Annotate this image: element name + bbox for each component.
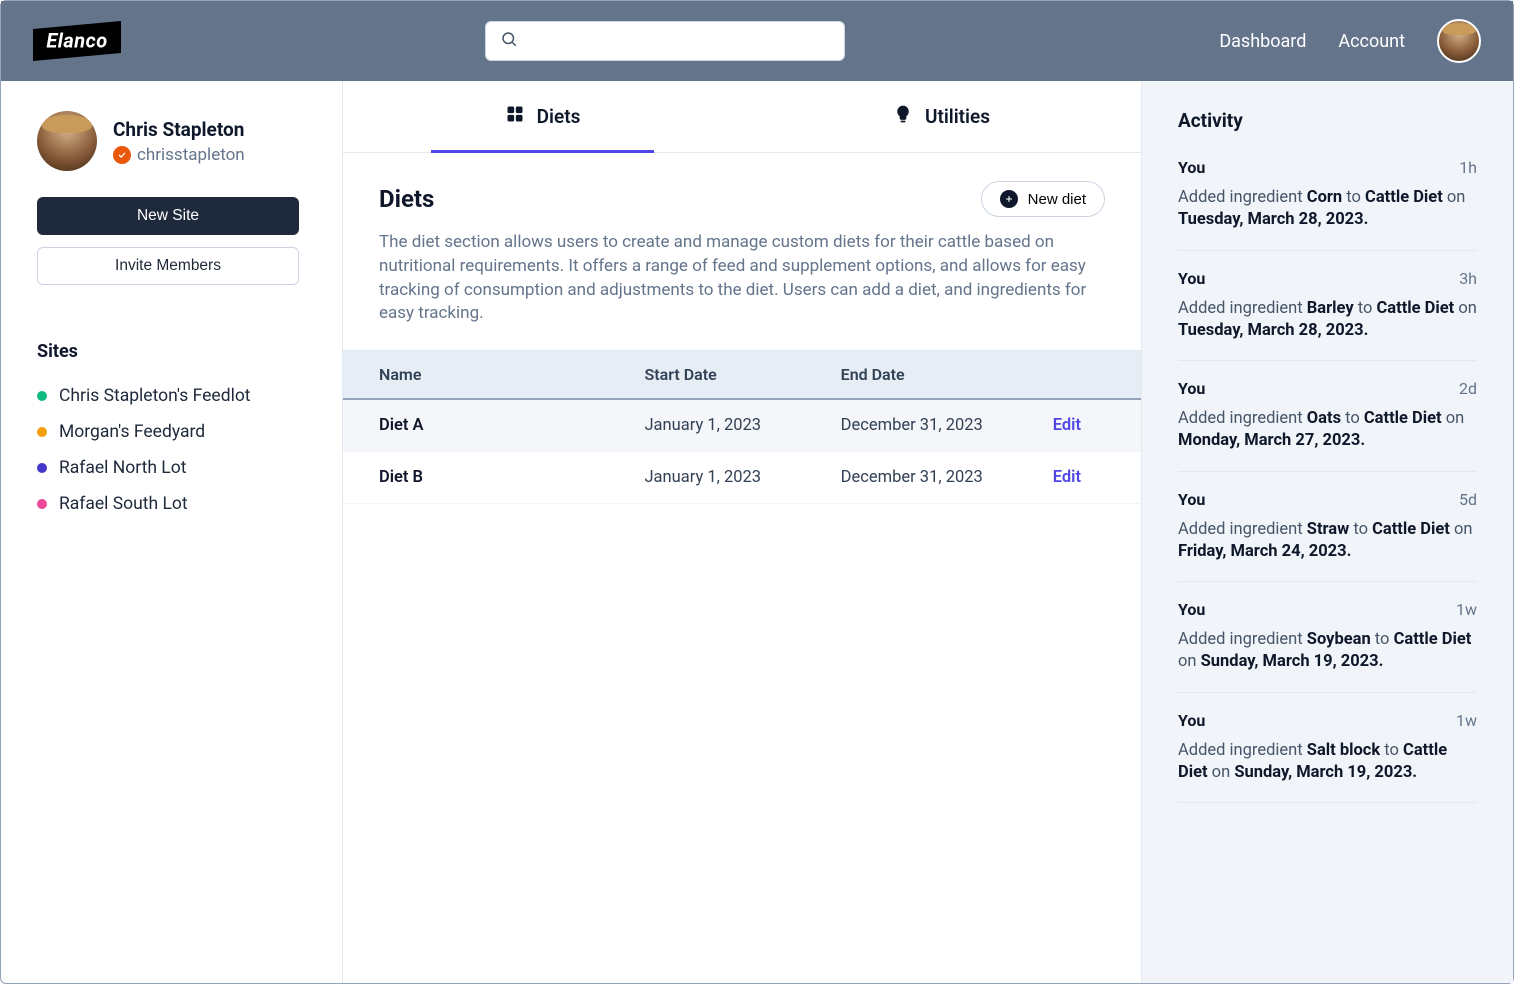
activity-author: You: [1178, 600, 1205, 619]
table-row: Diet BJanuary 1, 2023December 31, 2023 Ed…: [343, 452, 1141, 504]
verified-badge-icon: [113, 146, 131, 164]
activity-text: Added ingredient Oats to Cattle Diet on …: [1178, 408, 1477, 453]
profile-name: Chris Stapleton: [113, 118, 245, 141]
sidebar-site-item[interactable]: Rafael South Lot: [37, 486, 306, 522]
col-start-date: Start Date: [614, 365, 810, 384]
cell-end-date: December 31, 2023: [811, 416, 1007, 435]
activity-author: You: [1178, 711, 1205, 730]
table-row: Diet AJanuary 1, 2023December 31, 2023 Ed…: [343, 400, 1141, 452]
edit-button[interactable]: Edit: [1053, 416, 1081, 435]
diets-table: Name Start Date End Date Diet AJanuary 1…: [343, 350, 1141, 504]
main-content: Diets Utilities Diets New diet The diet: [343, 81, 1141, 983]
activity-item: You 1w Added ingredient Salt block to Catt…: [1178, 693, 1477, 804]
site-color-dot: [37, 391, 47, 401]
site-label: Rafael North Lot: [59, 458, 186, 478]
tab-diets-label: Diets: [537, 105, 581, 128]
section-description: The diet section allows users to create …: [379, 231, 1099, 326]
edit-button[interactable]: Edit: [1053, 468, 1081, 487]
activity-text: Added ingredient Soybean to Cattle Diet …: [1178, 629, 1477, 674]
activity-heading: Activity: [1178, 109, 1477, 132]
site-label: Morgan's Feedyard: [59, 422, 205, 442]
nav-account[interactable]: Account: [1338, 31, 1405, 52]
sidebar-site-item[interactable]: Rafael North Lot: [37, 450, 306, 486]
activity-panel: Activity You 1h Added ingredient Corn to C…: [1141, 81, 1513, 983]
activity-time: 1w: [1456, 600, 1477, 619]
cell-end-date: December 31, 2023: [811, 468, 1007, 487]
activity-item: You 1w Added ingredient Soybean to Cattle …: [1178, 582, 1477, 693]
activity-author: You: [1178, 269, 1205, 288]
search-field[interactable]: [528, 33, 830, 50]
activity-author: You: [1178, 158, 1205, 177]
avatar[interactable]: [1437, 19, 1481, 63]
sidebar: Chris Stapleton chrisstapleton New Site …: [1, 81, 343, 983]
brand-name: Elanco: [46, 29, 107, 53]
top-bar: Elanco Dashboard Account: [1, 1, 1513, 81]
activity-time: 2d: [1459, 379, 1477, 398]
lightbulb-icon: [893, 104, 913, 129]
activity-time: 5d: [1459, 490, 1477, 509]
brand-logo[interactable]: Elanco: [33, 21, 121, 61]
sidebar-site-item[interactable]: Morgan's Feedyard: [37, 414, 306, 450]
activity-text: Added ingredient Barley to Cattle Diet o…: [1178, 298, 1477, 343]
activity-author: You: [1178, 379, 1205, 398]
activity-text: Added ingredient Corn to Cattle Diet on …: [1178, 187, 1477, 232]
site-label: Rafael South Lot: [59, 494, 188, 514]
site-color-dot: [37, 499, 47, 509]
nav-dashboard[interactable]: Dashboard: [1219, 31, 1306, 52]
tab-utilities-label: Utilities: [925, 105, 990, 128]
plus-circle-icon: [1000, 190, 1018, 208]
site-color-dot: [37, 463, 47, 473]
activity-item: You 1h Added ingredient Corn to Cattle Die…: [1178, 150, 1477, 251]
activity-item: You 2d Added ingredient Oats to Cattle Die…: [1178, 361, 1477, 472]
cell-name: Diet A: [379, 416, 614, 435]
cell-start-date: January 1, 2023: [614, 416, 810, 435]
activity-text: Added ingredient Straw to Cattle Diet on…: [1178, 519, 1477, 564]
search-input[interactable]: [485, 21, 845, 61]
activity-time: 1w: [1456, 711, 1477, 730]
page-title: Diets: [379, 185, 434, 213]
grid-icon: [505, 104, 525, 129]
site-label: Chris Stapleton's Feedlot: [59, 386, 251, 406]
tab-utilities[interactable]: Utilities: [742, 81, 1141, 152]
cell-start-date: January 1, 2023: [614, 468, 810, 487]
activity-item: You 5d Added ingredient Straw to Cattle Di…: [1178, 472, 1477, 583]
activity-time: 1h: [1459, 158, 1477, 177]
table-header: Name Start Date End Date: [343, 351, 1141, 400]
activity-text: Added ingredient Salt block to Cattle Di…: [1178, 740, 1477, 785]
col-end-date: End Date: [811, 365, 1007, 384]
tab-diets[interactable]: Diets: [343, 81, 742, 152]
activity-author: You: [1178, 490, 1205, 509]
activity-item: You 3h Added ingredient Barley to Cattle D…: [1178, 251, 1477, 362]
profile-avatar[interactable]: [37, 111, 97, 171]
sidebar-site-item[interactable]: Chris Stapleton's Feedlot: [37, 378, 306, 414]
tabs: Diets Utilities: [343, 81, 1141, 153]
sites-heading: Sites: [37, 341, 306, 362]
activity-time: 3h: [1459, 269, 1477, 288]
new-site-button[interactable]: New Site: [37, 197, 299, 235]
cell-name: Diet B: [379, 468, 614, 487]
profile-block: Chris Stapleton chrisstapleton: [37, 111, 306, 171]
search-icon: [500, 30, 518, 52]
new-diet-button[interactable]: New diet: [981, 181, 1105, 217]
new-diet-label: New diet: [1028, 191, 1086, 208]
profile-handle: chrisstapleton: [137, 145, 245, 165]
site-color-dot: [37, 427, 47, 437]
invite-members-button[interactable]: Invite Members: [37, 247, 299, 285]
col-name: Name: [379, 365, 614, 384]
